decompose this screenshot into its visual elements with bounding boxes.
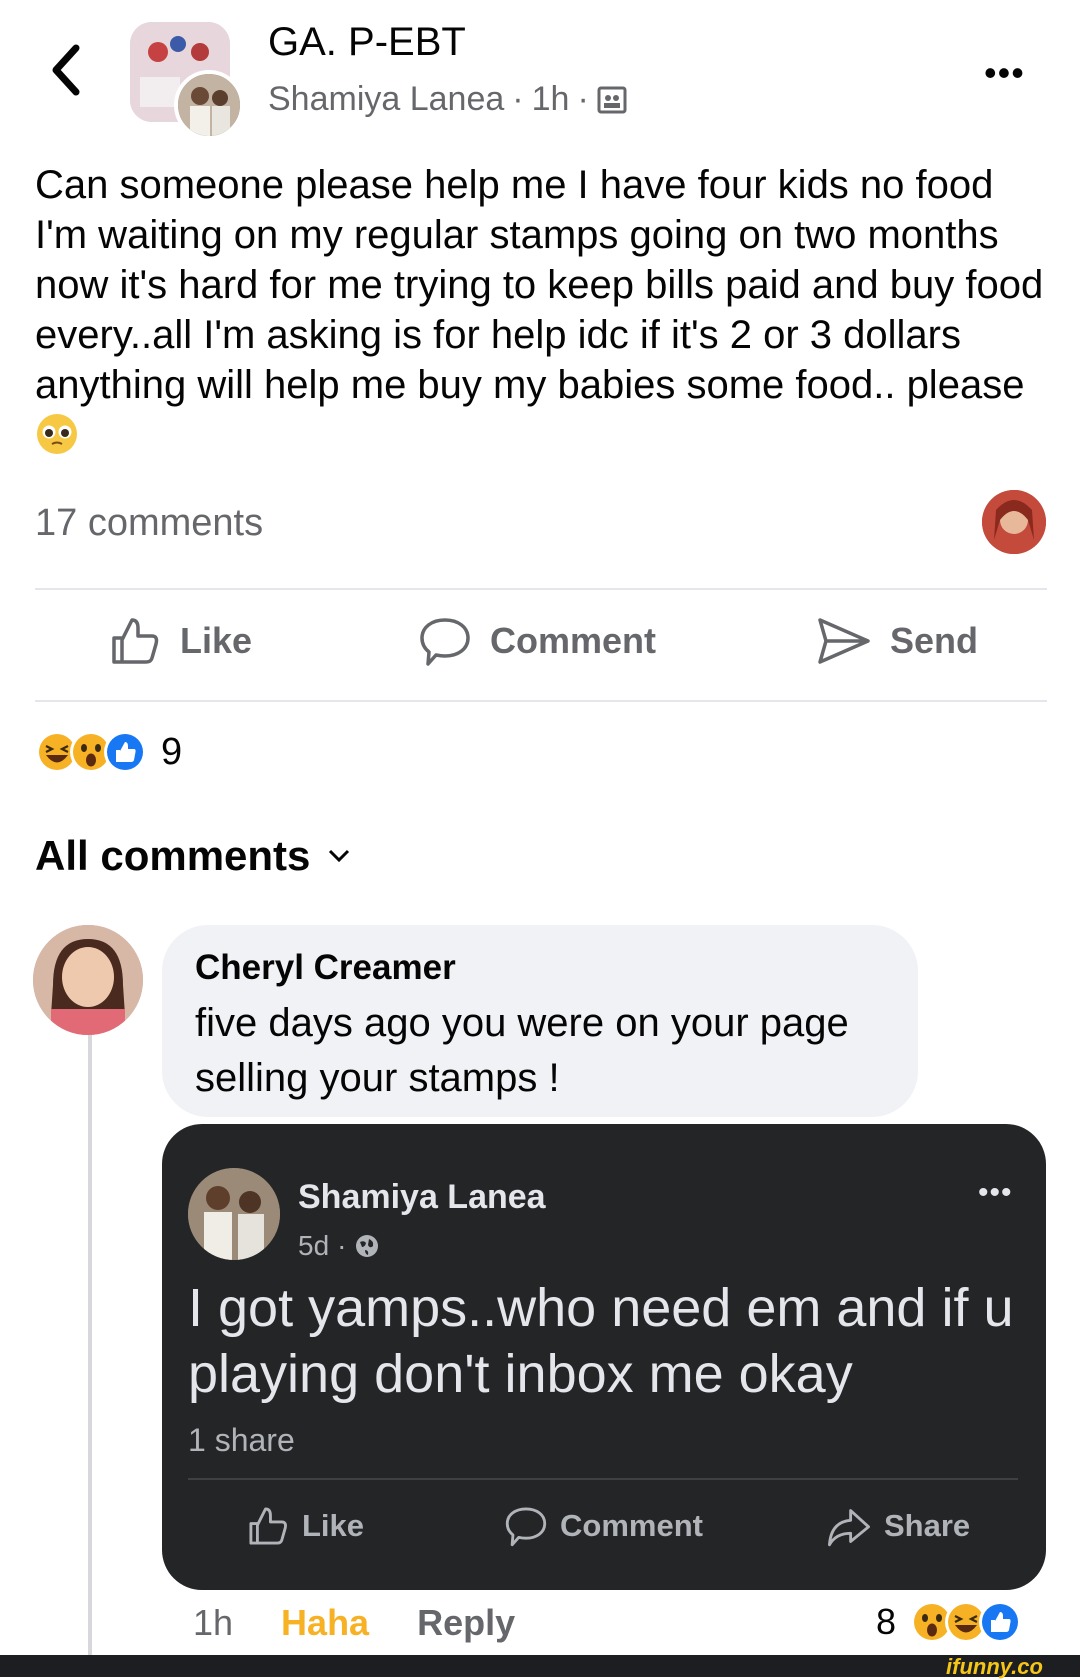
author-avatar-small — [174, 70, 244, 140]
group-name[interactable]: GA. P-EBT — [268, 20, 466, 65]
group-audience-icon — [597, 86, 627, 113]
comment-text: five days ago you were on your page sell… — [195, 1001, 849, 1100]
shared-comment-label: Comment — [560, 1508, 703, 1543]
comment-time[interactable]: 1h — [193, 1602, 233, 1644]
watermark-bar — [0, 1655, 1080, 1677]
shared-post-author-avatar — [188, 1168, 280, 1260]
comment-label: Comment — [490, 620, 657, 661]
comment-reactions[interactable]: 8 — [876, 1600, 1022, 1644]
back-chevron-icon[interactable] — [48, 42, 84, 98]
like-label: Like — [180, 620, 253, 661]
comment-author-name[interactable]: Cheryl Creamer — [195, 948, 456, 988]
comment-reply-button[interactable]: Reply — [417, 1602, 515, 1644]
shared-like-button: Like — [246, 1504, 364, 1548]
comments-count[interactable]: 17 comments — [35, 502, 263, 545]
more-options-icon[interactable]: ••• — [984, 52, 1025, 94]
group-avatar[interactable] — [130, 22, 244, 140]
comment-actions: 1h Haha Reply — [193, 1602, 515, 1644]
comment-bubble-icon — [420, 618, 470, 666]
comment-bubble-icon — [505, 1507, 547, 1547]
shared-post-divider — [188, 1478, 1018, 1480]
comments-filter-label: All comments — [35, 832, 311, 879]
comment-button[interactable]: Comment — [418, 614, 656, 668]
shared-post-more-icon: ••• — [978, 1176, 1013, 1209]
send-label: Send — [890, 620, 979, 661]
divider — [35, 588, 1047, 590]
globe-icon — [356, 1235, 379, 1257]
divider — [35, 700, 1047, 702]
shared-comment-button: Comment — [504, 1504, 703, 1548]
thumbs-up-icon — [112, 618, 159, 664]
shared-post-text: I got yamps..who need em and if u playin… — [188, 1278, 1014, 1404]
commenter-avatar — [982, 490, 1046, 554]
shared-like-label: Like — [302, 1508, 365, 1543]
comments-filter[interactable]: All comments — [35, 832, 350, 880]
meta-separator: · — [337, 1230, 347, 1261]
reactions-summary[interactable]: 9 — [35, 730, 182, 774]
reactions-count: 9 — [161, 730, 183, 773]
send-button[interactable]: Send — [816, 614, 978, 668]
meta-separator: · — [577, 80, 589, 118]
like-button[interactable]: Like — [108, 614, 252, 668]
meta-separator: · — [512, 80, 524, 118]
shared-share-button: Share — [826, 1504, 970, 1548]
thumbs-up-icon — [249, 1507, 287, 1545]
pleading-face-icon — [37, 414, 77, 454]
post-author[interactable]: Shamiya Lanea — [268, 80, 504, 119]
thread-line — [88, 1020, 92, 1655]
like-reaction-icon — [104, 731, 146, 773]
shared-post-meta: 5d · — [298, 1230, 380, 1262]
post-meta: Shamiya Lanea · 1h · — [268, 80, 627, 119]
send-icon — [818, 618, 870, 664]
chevron-down-icon — [329, 849, 350, 863]
watermark-logo: ifunny.co — [946, 1654, 1043, 1679]
shared-post-author: Shamiya Lanea — [298, 1178, 546, 1216]
post-body: Can someone please help me I have four k… — [35, 163, 1044, 407]
comment-author-avatar[interactable] — [33, 925, 143, 1035]
shared-post-share-count: 1 share — [188, 1422, 295, 1458]
share-arrow-icon — [828, 1509, 870, 1547]
shared-post-time: 5d — [298, 1230, 330, 1261]
comment-reactions-count: 8 — [876, 1601, 897, 1642]
like-reaction-icon — [979, 1601, 1022, 1643]
post-text: Can someone please help me I have four k… — [35, 160, 1055, 460]
shared-share-label: Share — [884, 1508, 971, 1543]
comment-haha-button[interactable]: Haha — [281, 1602, 369, 1644]
post-time[interactable]: 1h — [532, 80, 570, 119]
